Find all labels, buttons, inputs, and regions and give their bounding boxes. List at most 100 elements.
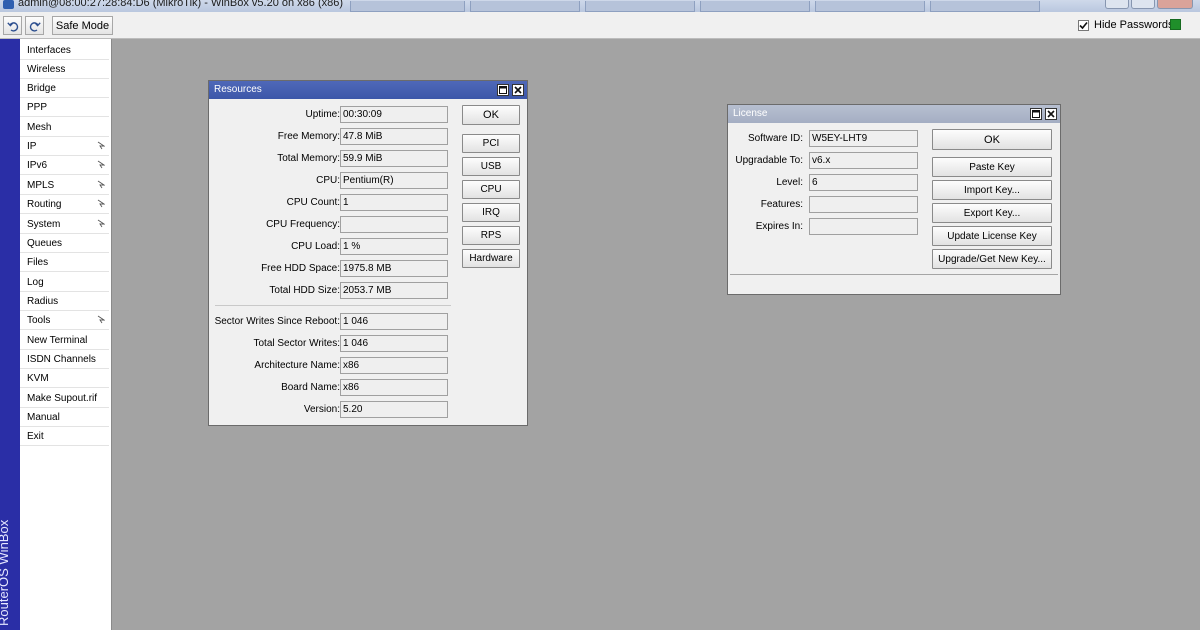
submenu-arrow-icon bbox=[97, 180, 105, 189]
sidebar-item-ppp[interactable]: PPP bbox=[20, 98, 109, 117]
upgrade-get-new-key-button[interactable]: Upgrade/Get New Key... bbox=[932, 249, 1052, 269]
resources-window-title: Resources bbox=[214, 84, 262, 95]
taskbar-button[interactable] bbox=[585, 1, 695, 12]
sidebar-item-manual[interactable]: Manual bbox=[20, 408, 109, 427]
window-title: admin@08:00:27:28:84:D6 (MikroTik) - Win… bbox=[18, 0, 344, 9]
sidebar-item-wireless[interactable]: Wireless bbox=[20, 60, 109, 79]
sidebar-item-bridge[interactable]: Bridge bbox=[20, 79, 109, 98]
sidebar-item-ip[interactable]: IP bbox=[20, 137, 109, 156]
sidebar-item-routing[interactable]: Routing bbox=[20, 195, 109, 214]
taskbar-button[interactable] bbox=[700, 1, 810, 12]
free-memory-field: 47.8 MiB bbox=[340, 128, 448, 145]
checkmark-icon bbox=[1079, 21, 1088, 29]
cpu-field: Pentium(R) bbox=[340, 172, 448, 189]
total-hdd-size-label: Total HDD Size: bbox=[269, 285, 340, 296]
taskbar-button[interactable] bbox=[815, 1, 925, 12]
close-button[interactable] bbox=[512, 84, 524, 96]
license-window-titlebar[interactable]: License bbox=[728, 105, 1060, 123]
close-button[interactable] bbox=[1045, 108, 1057, 120]
expires-in-field bbox=[809, 218, 918, 235]
sidebar-item-label: Make Supout.rif bbox=[27, 393, 98, 404]
export-key-button[interactable]: Export Key... bbox=[932, 203, 1052, 223]
free-hdd-space-label: Free HDD Space: bbox=[261, 263, 340, 274]
license-window: License Software ID: W5EY-LHT9 Upgradabl… bbox=[727, 104, 1061, 295]
taskbar-button[interactable] bbox=[930, 1, 1040, 12]
sidebar-item-ipv6[interactable]: IPv6 bbox=[20, 156, 109, 175]
undo-button[interactable] bbox=[3, 16, 22, 35]
submenu-arrow-icon bbox=[97, 160, 105, 169]
sidebar-item-label: Exit bbox=[27, 431, 44, 442]
sidebar-item-label: New Terminal bbox=[27, 335, 88, 346]
pci-button[interactable]: PCI bbox=[462, 134, 520, 153]
undo-icon bbox=[6, 21, 18, 32]
update-license-key-button[interactable]: Update License Key bbox=[932, 226, 1052, 246]
import-key-button[interactable]: Import Key... bbox=[932, 180, 1052, 200]
hide-passwords-toggle[interactable]: Hide Passwords bbox=[1078, 19, 1173, 31]
maximize-button[interactable] bbox=[497, 84, 509, 96]
board-name-field: x86 bbox=[340, 379, 448, 396]
resources-window-titlebar[interactable]: Resources bbox=[209, 81, 527, 99]
free-hdd-space-field: 1975.8 MB bbox=[340, 260, 448, 277]
sidebar-item-log[interactable]: Log bbox=[20, 273, 109, 292]
sidebar-item-label: Tools bbox=[27, 315, 51, 326]
close-icon bbox=[1047, 110, 1055, 118]
irq-button[interactable]: IRQ bbox=[462, 203, 520, 222]
hide-passwords-checkbox[interactable] bbox=[1078, 19, 1089, 31]
sidebar-item-system[interactable]: System bbox=[20, 215, 109, 234]
submenu-arrow-icon bbox=[97, 315, 105, 324]
architecture-name-label: Architecture Name: bbox=[254, 360, 340, 371]
winbox-app-icon bbox=[3, 0, 14, 9]
taskbar-button[interactable] bbox=[470, 1, 580, 12]
ok-button[interactable]: OK bbox=[932, 129, 1052, 150]
sidebar-item-isdn-channels[interactable]: ISDN Channels bbox=[20, 350, 109, 369]
sidebar-menu: Interfaces Wireless Bridge PPP Mesh IP I… bbox=[20, 39, 112, 630]
sidebar-item-label: Log bbox=[27, 277, 44, 288]
sidebar-item-mpls[interactable]: MPLS bbox=[20, 176, 109, 195]
taskbar-button[interactable] bbox=[350, 1, 465, 12]
maximize-window-button[interactable] bbox=[1131, 0, 1155, 9]
minimize-window-button[interactable] bbox=[1105, 0, 1129, 9]
close-icon bbox=[514, 86, 522, 94]
sidebar-item-tools[interactable]: Tools bbox=[20, 311, 109, 330]
sidebar-item-interfaces[interactable]: Interfaces bbox=[20, 41, 109, 60]
close-window-button[interactable] bbox=[1157, 0, 1193, 9]
paste-key-button[interactable]: Paste Key bbox=[932, 157, 1052, 177]
sidebar-item-files[interactable]: Files bbox=[20, 253, 109, 272]
app-title-bar: admin@08:00:27:28:84:D6 (MikroTik) - Win… bbox=[0, 0, 1200, 12]
total-sector-writes-label: Total Sector Writes: bbox=[253, 338, 340, 349]
uptime-label: Uptime: bbox=[305, 109, 340, 120]
sidebar-item-kvm[interactable]: KVM bbox=[20, 369, 109, 388]
usb-button[interactable]: USB bbox=[462, 157, 520, 176]
resources-window: Resources Uptime: 00:30:09 Free Memory: … bbox=[208, 80, 528, 426]
sidebar-item-exit[interactable]: Exit bbox=[20, 427, 109, 446]
redo-icon bbox=[29, 21, 41, 32]
level-field: 6 bbox=[809, 174, 918, 191]
total-memory-label: Total Memory: bbox=[277, 153, 340, 164]
ok-button[interactable]: OK bbox=[462, 105, 520, 125]
cpu-count-label: CPU Count: bbox=[286, 197, 340, 208]
total-hdd-size-field: 2053.7 MB bbox=[340, 282, 448, 299]
maximize-button[interactable] bbox=[1030, 108, 1042, 120]
sidebar-item-label: Files bbox=[27, 257, 49, 268]
sidebar-item-make-supout[interactable]: Make Supout.rif bbox=[20, 389, 109, 408]
software-id-field: W5EY-LHT9 bbox=[809, 130, 918, 147]
sector-writes-field: 1 046 bbox=[340, 313, 448, 330]
hardware-button[interactable]: Hardware bbox=[462, 249, 520, 268]
sidebar-item-radius[interactable]: Radius bbox=[20, 292, 109, 311]
redo-button[interactable] bbox=[25, 16, 44, 35]
routeros-brand-bar: RouterOS WinBox bbox=[0, 39, 20, 630]
cpu-frequency-label: CPU Frequency: bbox=[266, 219, 340, 230]
sector-writes-label: Sector Writes Since Reboot: bbox=[214, 316, 340, 327]
sidebar-item-label: Mesh bbox=[27, 122, 52, 133]
sidebar-item-new-terminal[interactable]: New Terminal bbox=[20, 331, 109, 350]
rps-button[interactable]: RPS bbox=[462, 226, 520, 245]
safe-mode-button[interactable]: Safe Mode bbox=[52, 16, 113, 35]
cpu-load-label: CPU Load: bbox=[291, 241, 340, 252]
sidebar-item-queues[interactable]: Queues bbox=[20, 234, 109, 253]
submenu-arrow-icon bbox=[97, 219, 105, 228]
uptime-field: 00:30:09 bbox=[340, 106, 448, 123]
sidebar-item-label: ISDN Channels bbox=[27, 354, 96, 365]
cpu-button[interactable]: CPU bbox=[462, 180, 520, 199]
free-memory-label: Free Memory: bbox=[277, 131, 340, 142]
sidebar-item-mesh[interactable]: Mesh bbox=[20, 118, 109, 137]
